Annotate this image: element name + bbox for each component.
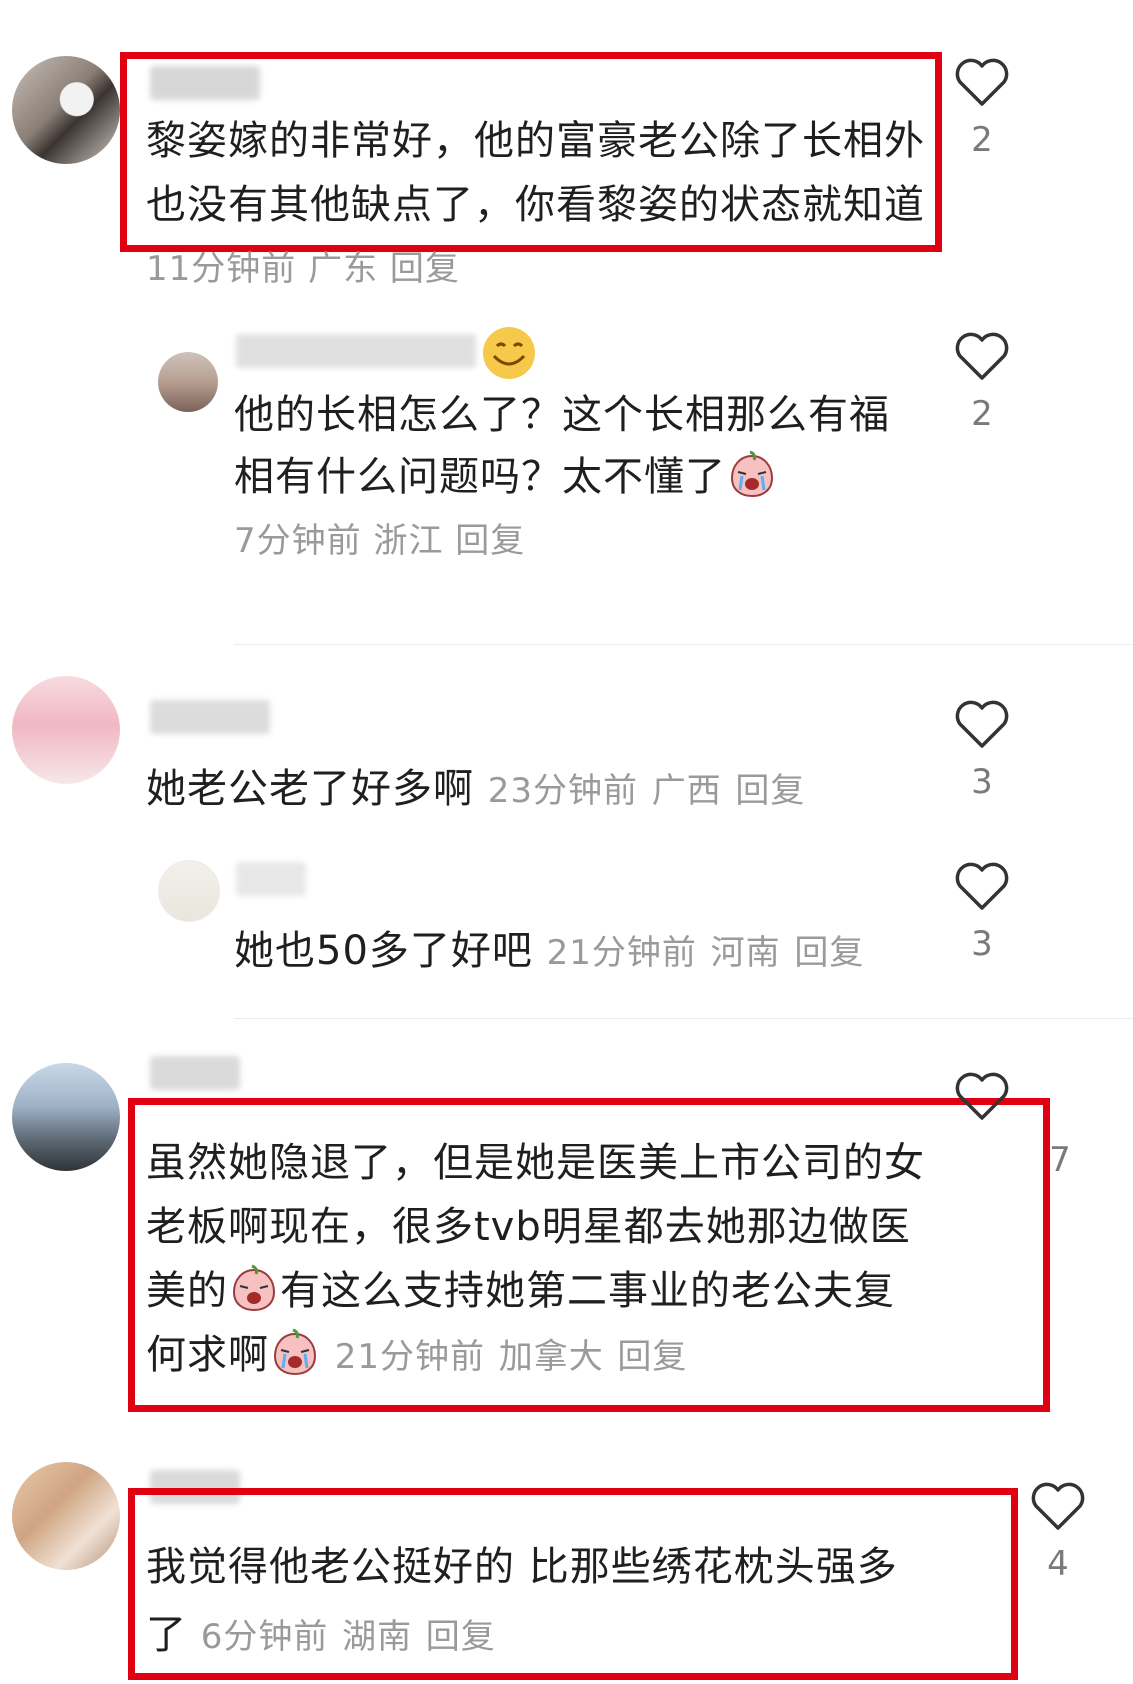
comment-text-span: 美的 [146, 1268, 228, 1314]
comment-text-span: 了 [146, 1612, 187, 1658]
like-count: 4 [1047, 1544, 1069, 1584]
crying-emoji-icon [273, 1328, 317, 1376]
avatar[interactable] [158, 860, 220, 922]
comment-text: 他的长相怎么了？这个长相那么有福 [234, 392, 890, 438]
comment-text-span: 有这么支持她第二事业的老公夫复 [280, 1268, 895, 1314]
like-count: 3 [971, 762, 993, 802]
comment-text: 也没有其他缺点了，你看黎姿的状态就知道 [146, 182, 925, 228]
comment-text: 她也50多了好吧 21分钟前 河南 回复 [234, 918, 864, 986]
reply-button[interactable]: 回复 [390, 249, 460, 289]
crying-emoji-icon [232, 1264, 276, 1312]
comment-text-span: 何求啊 [146, 1332, 269, 1378]
comment-text: 我觉得他老公挺好的 比那些绣花枕头强多 [146, 1544, 898, 1590]
username[interactable] [150, 700, 270, 734]
comment-location: 浙江 [373, 521, 444, 561]
comment-text-span: 相有什么问题吗？太不懂了 [234, 454, 726, 500]
crying-emoji-icon [730, 450, 774, 498]
comment-time: 6分钟前 [200, 1617, 329, 1657]
comment-meta: 7分钟前 浙江 回复 [234, 508, 525, 574]
comment-time: 21分钟前 [334, 1337, 485, 1377]
comment-location: 广西 [651, 771, 722, 811]
avatar[interactable] [12, 676, 120, 784]
comment-text: 她老公老了好多啊 23分钟前 广西 回复 [146, 756, 805, 824]
avatar[interactable] [12, 1063, 120, 1171]
comment-location: 河南 [710, 933, 781, 973]
comment-text: 了 6分钟前 湖南 回复 [146, 1602, 496, 1670]
heart-outline-icon[interactable] [954, 332, 1010, 382]
comment-text-span: 她也50多了好吧 [234, 928, 533, 974]
username[interactable] [236, 334, 476, 368]
reply-button[interactable]: 回复 [426, 1617, 496, 1657]
comment-text: 黎姿嫁的非常好，他的富豪老公除了长相外 [146, 118, 925, 164]
comment-time: 23分钟前 [487, 771, 638, 811]
comment-text: 虽然她隐退了，但是她是医美上市公司的女 [146, 1140, 925, 1186]
heart-outline-icon[interactable] [1030, 1482, 1086, 1532]
comment-location: 湖南 [342, 1617, 413, 1657]
like-count: 2 [971, 394, 993, 434]
divider [234, 1018, 1133, 1019]
reply-button[interactable]: 回复 [617, 1337, 687, 1377]
avatar[interactable] [158, 352, 218, 412]
avatar[interactable] [12, 56, 120, 164]
comment-text: 老板啊现在，很多tvb明星都去她那边做医 [146, 1204, 911, 1250]
comment-location: 广东 [308, 249, 379, 289]
reply-button[interactable]: 回复 [455, 521, 525, 561]
heart-outline-icon[interactable] [954, 862, 1010, 912]
comment-time: 21分钟前 [546, 933, 697, 973]
heart-outline-icon[interactable] [954, 58, 1010, 108]
username[interactable] [150, 1056, 240, 1090]
smiling-emoji-icon [483, 327, 535, 379]
comment-meta: 11分钟前 广东 回复 [146, 236, 460, 302]
comment-text-span: 她老公老了好多啊 [146, 766, 474, 812]
divider [234, 644, 1133, 645]
comment-text: 何求啊 21分钟前 加拿大 回复 [146, 1322, 687, 1390]
avatar[interactable] [12, 1462, 120, 1570]
reply-button[interactable]: 回复 [735, 771, 805, 811]
like-count: 3 [971, 924, 993, 964]
heart-outline-icon[interactable] [954, 700, 1010, 750]
username[interactable] [236, 862, 306, 896]
comment-time: 7分钟前 [234, 521, 362, 561]
like-count: 7 [1049, 1140, 1071, 1180]
comment-location: 加拿大 [498, 1337, 604, 1377]
comment-text: 相有什么问题吗？太不懂了 [234, 444, 778, 510]
like-count: 2 [971, 120, 993, 160]
heart-outline-icon[interactable] [954, 1072, 1010, 1122]
comment-text: 美的 有这么支持她第二事业的老公夫复 [146, 1258, 895, 1324]
reply-button[interactable]: 回复 [794, 933, 864, 973]
comment-time: 11分钟前 [146, 249, 297, 289]
